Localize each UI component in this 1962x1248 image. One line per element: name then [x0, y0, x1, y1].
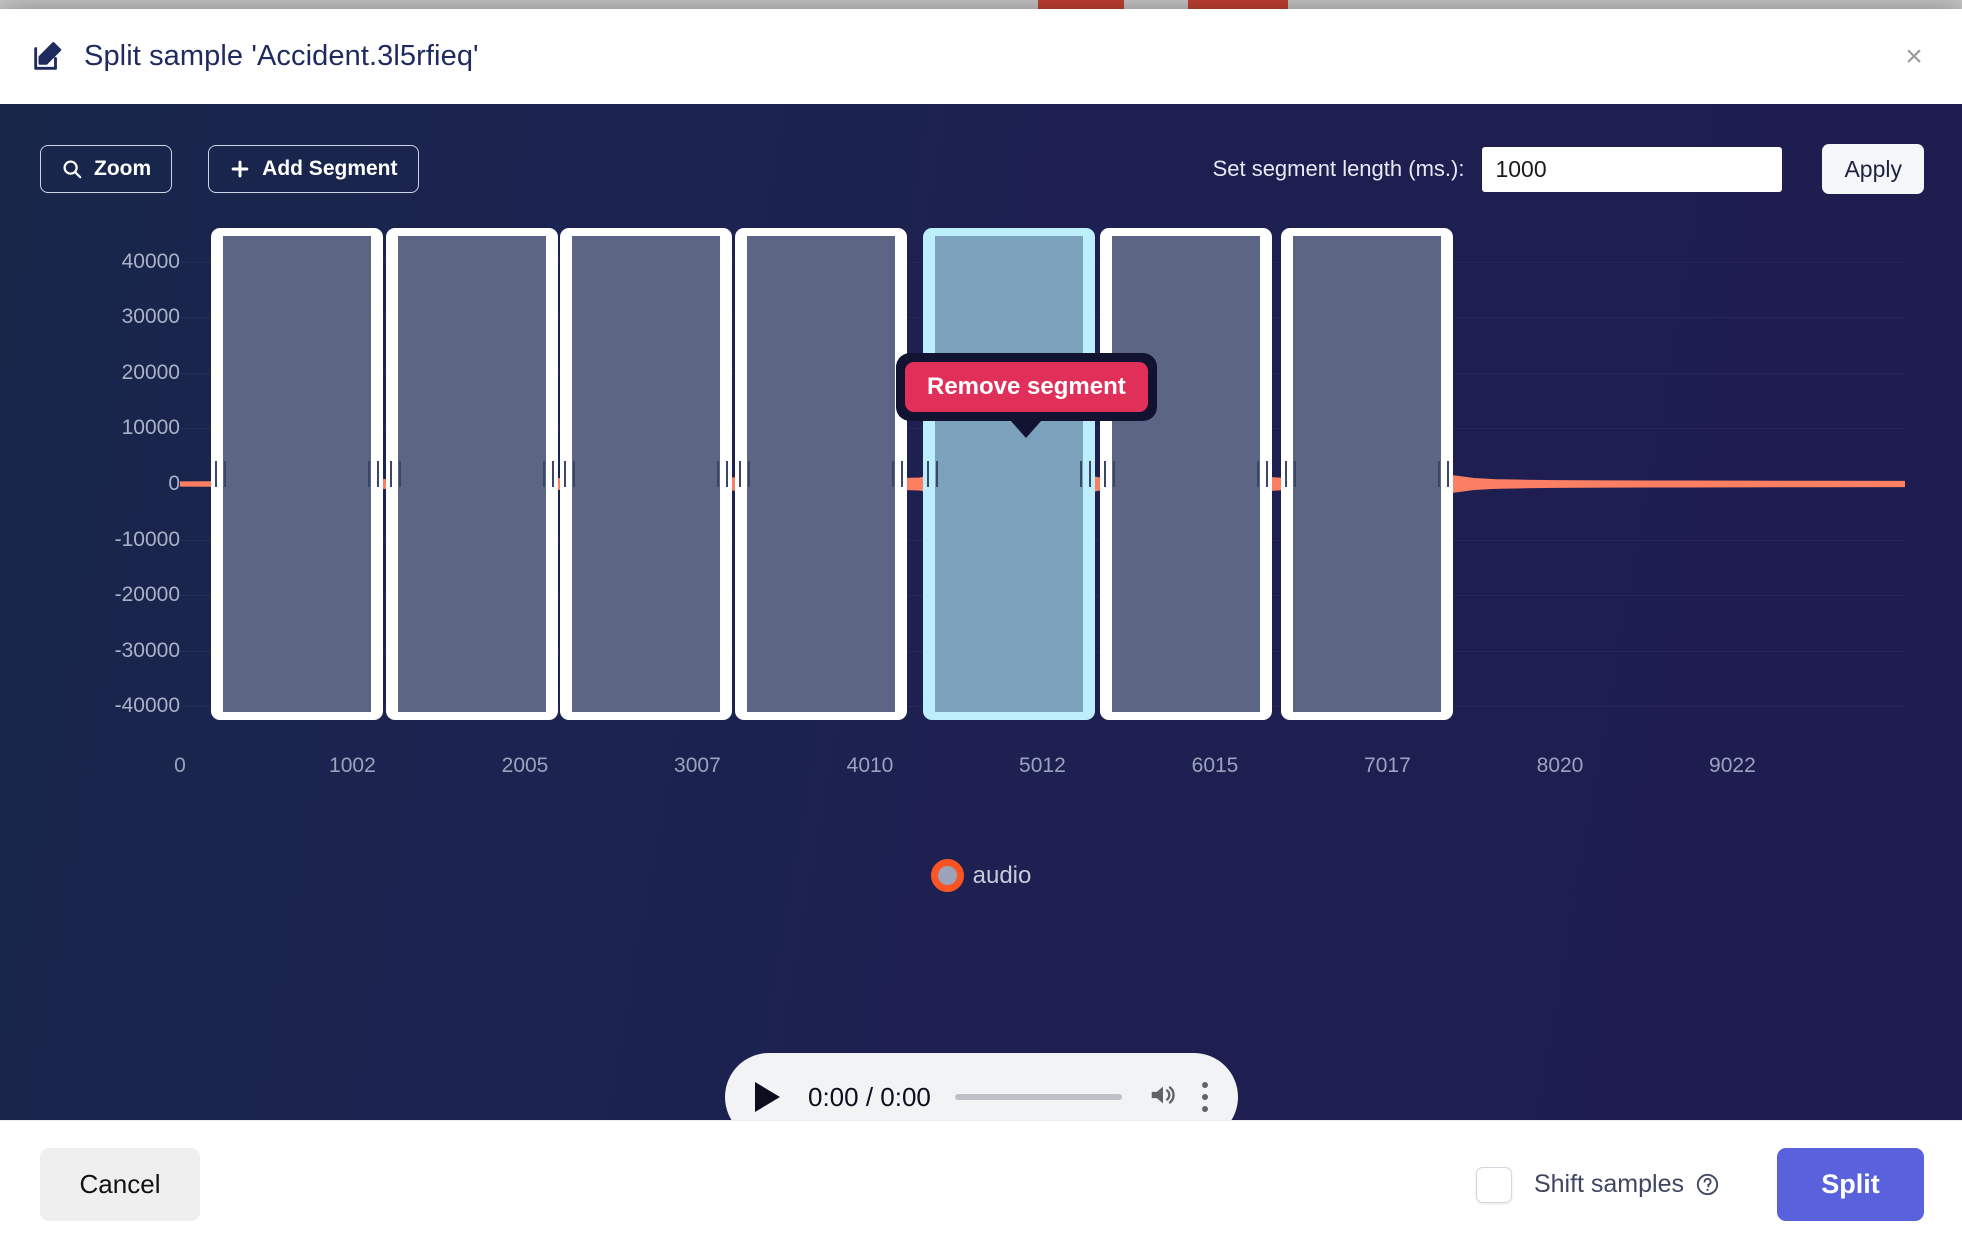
x-axis-tick-label: 0 — [174, 754, 186, 778]
x-axis-tick-label: 9022 — [1709, 754, 1756, 778]
split-sample-dialog: Split sample 'Accident.3l5rfieq' × Zoom … — [0, 9, 1962, 1248]
waveform-segment[interactable] — [211, 228, 383, 720]
dialog-body: Zoom Add Segment Set segment length (ms.… — [0, 104, 1962, 1120]
segment-drag-area[interactable] — [386, 228, 558, 720]
waveform-segment[interactable] — [1100, 228, 1272, 720]
x-axis-tick-label: 2005 — [502, 754, 549, 778]
x-axis-tick-label: 1002 — [329, 754, 376, 778]
waveform-segment[interactable] — [386, 228, 558, 720]
x-axis-tick-label: 5012 — [1019, 754, 1066, 778]
background-page-strip — [0, 0, 1962, 9]
plus-icon — [229, 158, 251, 180]
y-axis-tick-label: 30000 — [20, 305, 180, 329]
y-axis-tick-label: -30000 — [20, 639, 180, 663]
footer-actions: Shift samples Split — [1476, 1148, 1924, 1221]
volume-high-icon[interactable] — [1146, 1080, 1180, 1115]
dialog-header: Split sample 'Accident.3l5rfieq' × — [0, 9, 1962, 104]
plot-region — [180, 234, 1905, 734]
shift-samples-checkbox[interactable] — [1476, 1167, 1512, 1203]
page-title: Split sample 'Accident.3l5rfieq' — [84, 40, 479, 73]
segment-drag-area[interactable] — [1100, 228, 1272, 720]
split-button[interactable]: Split — [1777, 1148, 1924, 1221]
remove-segment-button[interactable]: Remove segment — [905, 362, 1148, 412]
segment-length-label: Set segment length (ms.): — [1213, 156, 1465, 182]
search-icon — [61, 158, 83, 180]
waveform-segment[interactable] — [560, 228, 732, 720]
segment-drag-area[interactable] — [923, 228, 1095, 720]
kebab-menu-icon[interactable] — [1202, 1082, 1208, 1112]
add-segment-button-label: Add Segment — [262, 157, 397, 181]
y-axis-tick-label: 40000 — [20, 250, 180, 274]
close-icon[interactable]: × — [1896, 39, 1932, 75]
y-axis-tick-label: 10000 — [20, 416, 180, 440]
shift-samples-label: Shift samples — [1534, 1170, 1684, 1199]
segment-length-input[interactable] — [1482, 147, 1782, 192]
editor-toolbar: Zoom Add Segment Set segment length (ms.… — [0, 104, 1962, 234]
y-axis-tick-label: 0 — [20, 472, 180, 496]
dialog-footer: Cancel Shift samples Split — [0, 1120, 1962, 1248]
waveform-segment[interactable] — [735, 228, 907, 720]
audio-progress-slider[interactable] — [955, 1094, 1122, 1100]
segment-drag-area[interactable] — [735, 228, 907, 720]
audio-player: 0:00 / 0:00 — [725, 1053, 1238, 1120]
zoom-button[interactable]: Zoom — [40, 145, 172, 193]
y-axis-tick-label: -40000 — [20, 694, 180, 718]
chart-legend: audio — [0, 859, 1962, 892]
apply-button[interactable]: Apply — [1822, 144, 1924, 194]
segment-drag-area[interactable] — [560, 228, 732, 720]
y-axis-tick-label: 20000 — [20, 361, 180, 385]
question-circle-icon[interactable] — [1695, 1172, 1720, 1197]
segment-length-group: Set segment length (ms.): Apply — [1213, 144, 1962, 194]
x-axis-tick-label: 6015 — [1192, 754, 1239, 778]
play-icon[interactable] — [755, 1082, 780, 1112]
x-axis-tick-label: 3007 — [674, 754, 721, 778]
legend-swatch-audio — [931, 859, 964, 892]
y-axis-tick-label: -10000 — [20, 528, 180, 552]
cancel-button[interactable]: Cancel — [40, 1148, 200, 1221]
tooltip-shell: Remove segment — [896, 353, 1157, 421]
x-axis-tick-label: 4010 — [847, 754, 894, 778]
segment-drag-area[interactable] — [211, 228, 383, 720]
waveform-chart: 40000 30000 20000 10000 0 -10000 -20000 -30000 -… — [0, 234, 1962, 854]
add-segment-button[interactable]: Add Segment — [208, 145, 418, 193]
waveform-segment[interactable] — [1281, 228, 1453, 720]
y-axis-tick-label: -20000 — [20, 583, 180, 607]
edit-pencil-square-icon — [30, 40, 64, 74]
x-axis-tick-label: 7017 — [1364, 754, 1411, 778]
audio-time-display: 0:00 / 0:00 — [808, 1082, 931, 1113]
waveform-segment-selected[interactable] — [923, 228, 1095, 720]
x-axis-tick-label: 8020 — [1537, 754, 1584, 778]
tooltip-arrow — [1010, 420, 1042, 438]
segment-drag-area[interactable] — [1281, 228, 1453, 720]
remove-segment-tooltip: Remove segment — [896, 353, 1157, 438]
zoom-button-label: Zoom — [94, 157, 151, 181]
legend-label-audio: audio — [973, 862, 1032, 890]
